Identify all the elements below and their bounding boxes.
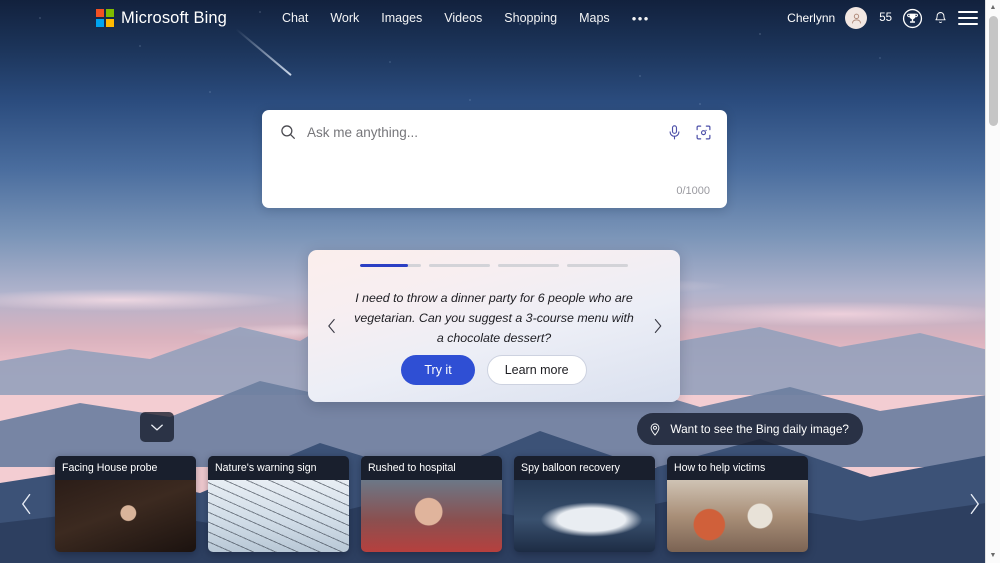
trophy-rewards-icon (902, 8, 923, 28)
progress-segment[interactable] (429, 264, 490, 267)
news-card-title: Nature's warning sign (208, 456, 349, 480)
bell-icon (935, 12, 946, 24)
try-it-button[interactable]: Try it (401, 355, 475, 385)
search-icon (281, 125, 295, 139)
news-card[interactable]: How to help victims (667, 456, 808, 552)
search-box[interactable]: 0/1000 (262, 110, 727, 208)
notifications-button[interactable] (933, 10, 948, 26)
suggestion-progress-indicator (360, 264, 628, 267)
person-avatar-icon (851, 13, 861, 23)
expand-feed-button[interactable] (140, 412, 174, 442)
microsoft-logo-icon (96, 9, 114, 27)
search-input[interactable] (307, 124, 658, 140)
hamburger-menu-icon[interactable] (958, 11, 978, 25)
user-name-label: Cherlynn (787, 11, 836, 25)
news-carousel: Facing House probe Nature's warning sign… (0, 454, 1000, 554)
news-card-title: Facing House probe (55, 456, 196, 480)
chevron-left-icon (327, 318, 335, 334)
news-card-title: Rushed to hospital (361, 456, 502, 480)
scrollbar-thumb[interactable] (989, 16, 998, 126)
news-card[interactable]: Spy balloon recovery (514, 456, 655, 552)
rewards-points-label: 55 (879, 12, 892, 24)
news-card-thumbnail (361, 480, 502, 552)
brand-name-label: Microsoft Bing (121, 8, 227, 27)
daily-image-label: Want to see the Bing daily image? (670, 422, 849, 436)
news-card[interactable]: Facing House probe (55, 456, 196, 552)
news-card-thumbnail (55, 480, 196, 552)
search-tools (666, 124, 712, 141)
chevron-right-icon (970, 493, 979, 515)
avatar[interactable] (845, 7, 868, 29)
nav-more-button[interactable]: ••• (632, 11, 650, 26)
scroll-up-arrow-icon[interactable]: ▲ (986, 0, 1000, 15)
suggestion-prompt-text: I need to throw a dinner party for 6 peo… (354, 291, 634, 346)
scroll-down-arrow-icon[interactable]: ▼ (986, 548, 1000, 563)
chevron-left-icon (21, 493, 30, 515)
rewards-button[interactable] (902, 8, 923, 29)
bing-brand[interactable]: Microsoft Bing (96, 9, 227, 28)
microphone-button[interactable] (666, 124, 683, 141)
page-scrollbar[interactable]: ▲ ▼ (985, 0, 1000, 563)
main-nav: Chat Work Images Videos Shopping Maps ••… (282, 11, 650, 26)
nav-videos[interactable]: Videos (444, 11, 482, 25)
nav-work[interactable]: Work (330, 11, 359, 25)
news-card-list: Facing House probe Nature's warning sign… (52, 456, 948, 552)
search-input-row (279, 123, 712, 141)
progress-segment[interactable] (567, 264, 628, 267)
bing-homepage: Microsoft Bing Chat Work Images Videos S… (0, 0, 1000, 563)
suggestion-actions: Try it Learn more (308, 355, 680, 385)
nav-images[interactable]: Images (381, 11, 422, 25)
character-counter: 0/1000 (676, 185, 710, 197)
nav-maps[interactable]: Maps (579, 11, 610, 25)
microphone-icon (669, 124, 680, 139)
nav-shopping[interactable]: Shopping (504, 11, 557, 25)
location-pin-icon (651, 422, 660, 436)
bing-daily-image-button[interactable]: Want to see the Bing daily image? (637, 413, 863, 445)
news-card-thumbnail (514, 480, 655, 552)
top-navigation-bar: Microsoft Bing Chat Work Images Videos S… (0, 0, 1000, 36)
visual-search-button[interactable] (695, 124, 712, 141)
visual-search-camera-icon (696, 125, 711, 139)
news-card-thumbnail (208, 480, 349, 552)
progress-segment[interactable] (360, 264, 421, 267)
news-card-title: How to help victims (667, 456, 808, 480)
suggestion-prev-button[interactable] (318, 313, 344, 339)
news-card[interactable]: Rushed to hospital (361, 456, 502, 552)
chevron-down-icon (151, 424, 163, 430)
progress-segment[interactable] (498, 264, 559, 267)
learn-more-button[interactable]: Learn more (486, 355, 587, 385)
news-card-title: Spy balloon recovery (514, 456, 655, 480)
chevron-right-icon (654, 318, 661, 334)
news-card-thumbnail (667, 480, 808, 552)
nav-chat[interactable]: Chat (282, 11, 308, 25)
news-card[interactable]: Nature's warning sign (208, 456, 349, 552)
suggestion-carousel-card: I need to throw a dinner party for 6 peo… (308, 250, 680, 402)
suggestion-next-button[interactable] (644, 313, 670, 339)
carousel-prev-button[interactable] (0, 491, 52, 517)
header-actions: Cherlynn 55 (787, 7, 986, 29)
